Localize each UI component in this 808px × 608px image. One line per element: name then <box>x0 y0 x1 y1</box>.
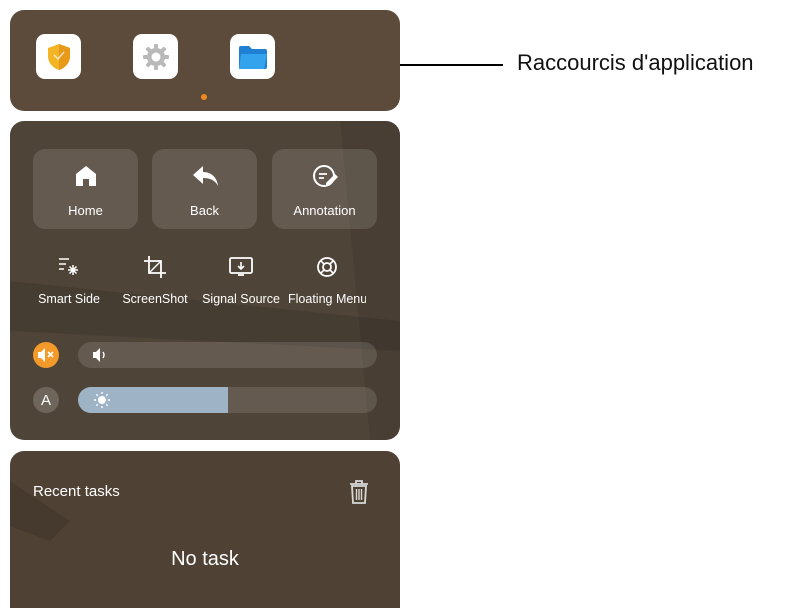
settings-app[interactable] <box>133 34 178 79</box>
page-indicator-dot <box>201 94 207 100</box>
speaker-icon <box>93 348 105 362</box>
home-icon <box>75 166 96 186</box>
background-decoration <box>10 481 70 541</box>
home-label: Home <box>68 203 103 218</box>
screenshot-label: ScreenShot <box>122 292 188 306</box>
quick-controls-panel: Home Back Annotation Smart Side ScreenSh… <box>10 121 400 440</box>
smart-side-button[interactable]: Smart Side <box>29 255 109 315</box>
recent-tasks-title: Recent tasks <box>33 483 120 500</box>
trash-icon[interactable] <box>348 479 370 505</box>
auto-brightness-button[interactable]: A <box>33 387 59 413</box>
shield-icon <box>47 43 70 70</box>
annotation-pen-icon <box>312 165 338 187</box>
signal-source-icon <box>229 257 253 276</box>
brightness-slider[interactable] <box>78 387 377 413</box>
smart-side-label: Smart Side <box>38 292 100 306</box>
back-label: Back <box>190 203 219 218</box>
annotation-label: Annotation <box>293 203 356 218</box>
recent-tasks-panel: Recent tasks No task <box>10 451 400 608</box>
empty-state-text: No task <box>171 548 239 570</box>
annotation-button[interactable]: Annotation <box>272 149 377 229</box>
folder-icon <box>238 45 267 69</box>
file-manager-app[interactable] <box>230 34 275 79</box>
gear-icon <box>142 43 169 70</box>
callout-line <box>400 64 503 66</box>
speaker-muted-icon <box>38 348 54 362</box>
mute-toggle-button[interactable] <box>33 342 59 368</box>
back-arrow-icon <box>192 166 218 186</box>
callout-label: Raccourcis d'application <box>517 50 754 75</box>
floating-menu-icon <box>317 257 337 277</box>
volume-slider[interactable] <box>78 342 377 368</box>
signal-source-label: Signal Source <box>202 292 280 306</box>
sun-icon <box>94 392 110 408</box>
floating-menu-button[interactable]: Floating Menu <box>287 255 367 315</box>
app-shortcuts-panel <box>10 10 400 111</box>
signal-source-button[interactable]: Signal Source <box>201 255 281 315</box>
crop-icon <box>144 256 166 278</box>
home-button[interactable]: Home <box>33 149 138 229</box>
security-shield-app[interactable] <box>36 34 81 79</box>
smart-side-icon <box>59 258 78 275</box>
back-button[interactable]: Back <box>152 149 257 229</box>
floating-menu-label: Floating Menu <box>288 292 366 306</box>
screenshot-button[interactable]: ScreenShot <box>115 255 195 315</box>
